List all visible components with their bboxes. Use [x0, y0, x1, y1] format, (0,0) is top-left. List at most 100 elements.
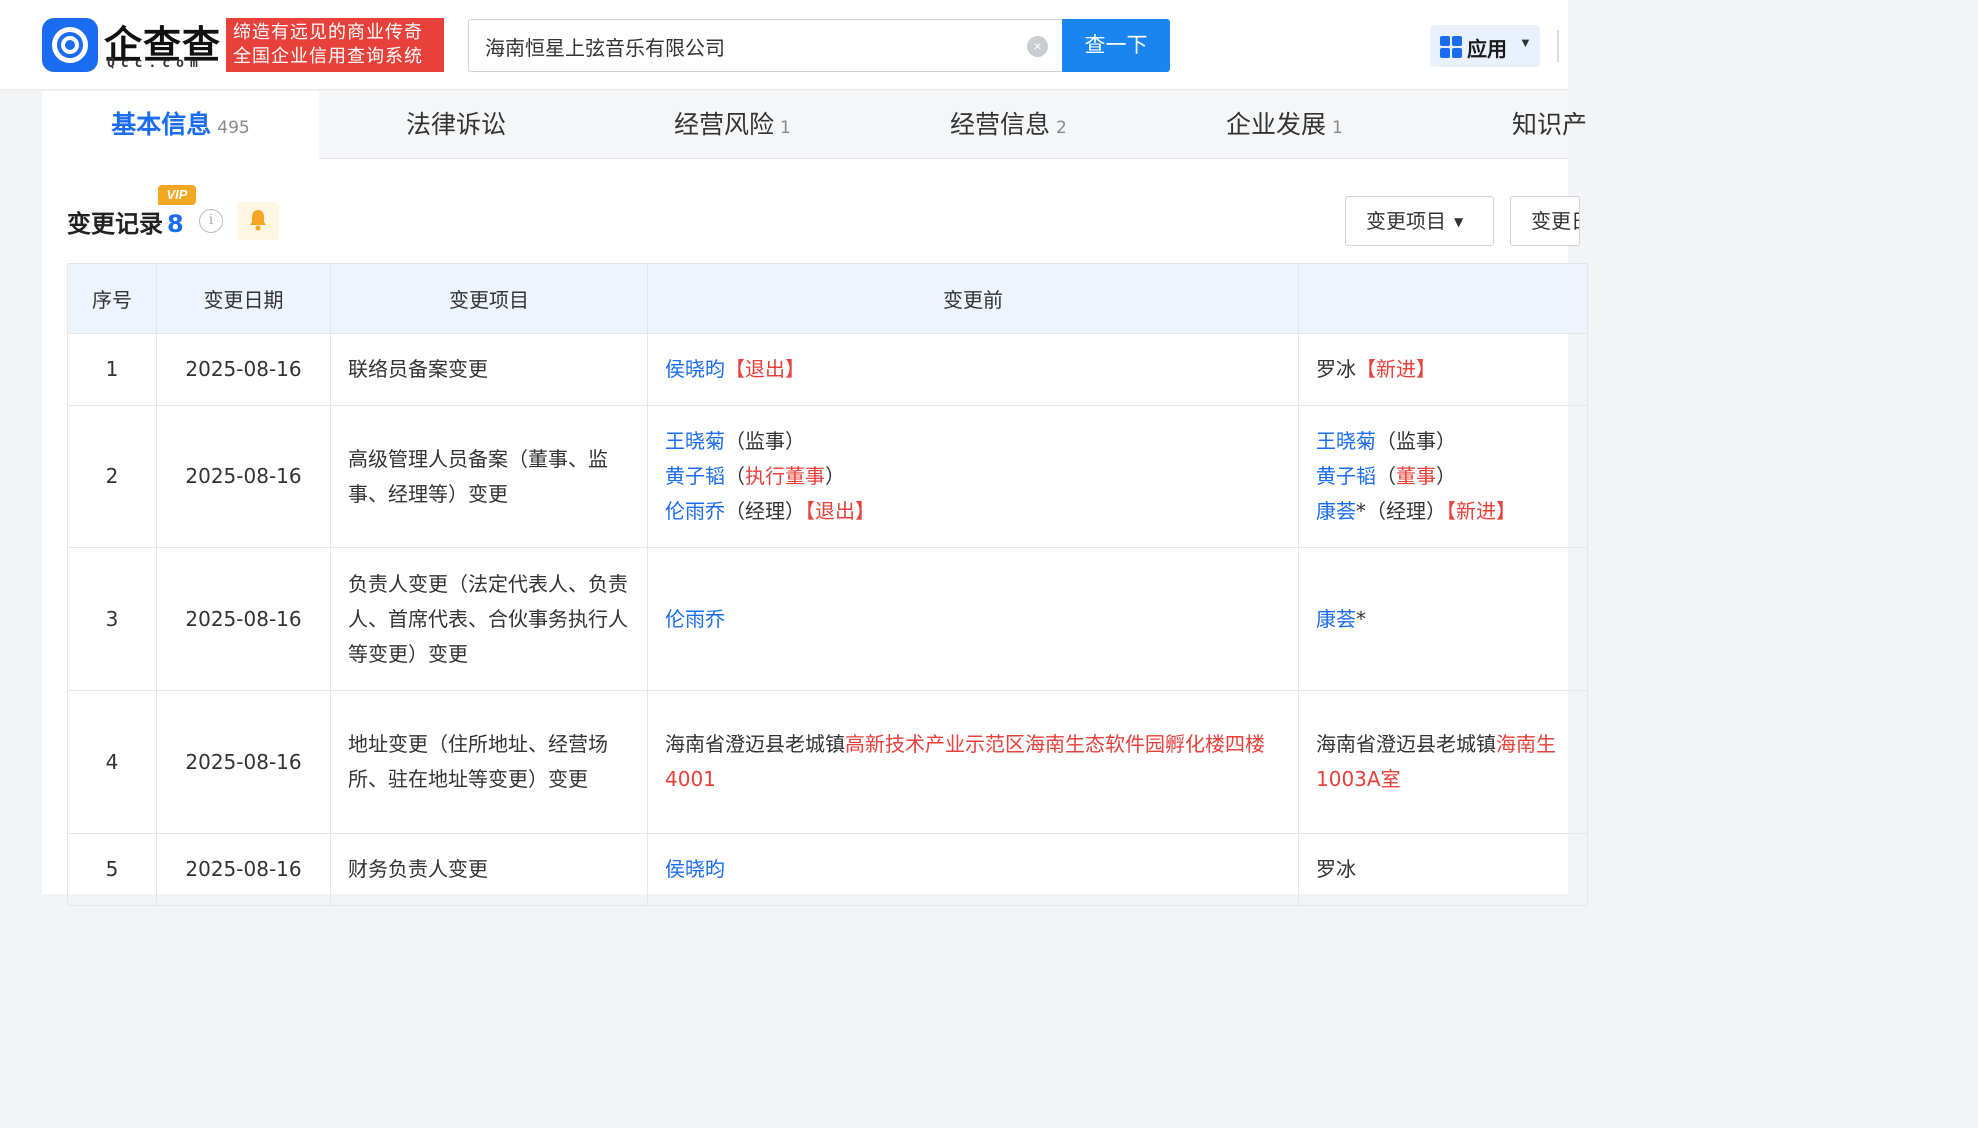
cell-item: 联络员备案变更	[330, 333, 648, 406]
cell-after: 海南省澄迈县老城镇海南生 1003A室	[1298, 690, 1588, 834]
after-line: 康荟*（经理）【新进】	[1316, 494, 1570, 529]
person-link[interactable]: 伦雨乔	[665, 499, 725, 523]
table-row: 5 2025-08-16 财务负责人变更 侯晓昀 罗冰	[67, 833, 1588, 906]
section-count: 8	[167, 210, 184, 238]
tab-legal[interactable]: 法律诉讼	[406, 91, 506, 159]
text-segment: 罗冰	[1316, 857, 1356, 881]
change-tag: 董事	[1396, 464, 1436, 488]
qcc-logo-icon[interactable]	[42, 18, 98, 72]
person-link[interactable]: 康荟	[1316, 607, 1356, 631]
col-header-before: 变更前	[647, 263, 1299, 334]
text-segment: ）	[825, 464, 845, 488]
cell-before: 侯晓昀	[647, 833, 1299, 906]
after-line: 黄子韬（董事）	[1316, 459, 1570, 494]
text-segment: （	[1376, 464, 1396, 488]
person-link[interactable]: 黄子韬	[1316, 464, 1376, 488]
section-title: 变更记录 8	[67, 204, 184, 239]
table-row: 4 2025-08-16 地址变更（住所地址、经营场所、驻在地址等变更）变更 海南省澄…	[67, 690, 1588, 834]
table-row: 3 2025-08-16 负责人变更（法定代表人、负责人、首席代表、合伙事务执行人等…	[67, 547, 1588, 691]
text-segment: *	[1356, 606, 1366, 631]
col-header-item: 变更项目	[330, 263, 648, 334]
before-line: 侯晓昀	[665, 852, 1281, 887]
cell-no: 4	[67, 690, 157, 834]
change-records-table: 序号 变更日期 变更项目 变更前 变更后 1 2025-08-16 联络员备案变更侯…	[67, 263, 1588, 906]
tab-label: 经营风险	[674, 110, 775, 139]
chevron-down-icon: ▼	[1519, 35, 1532, 50]
top-bar: 企查查 Qcc.com 缔造有远见的商业传奇 全国企业信用查询系统 × 查一下 …	[0, 0, 1568, 90]
person-link[interactable]: 黄子韬	[665, 464, 725, 488]
table-row: 1 2025-08-16 联络员备案变更 侯晓昀【退出】 罗冰【新进】	[67, 333, 1588, 406]
text-segment: 罗冰	[1316, 357, 1356, 381]
after-line: 罗冰	[1316, 852, 1570, 887]
person-link[interactable]: 王晓菊	[1316, 429, 1376, 453]
change-tag: 【退出】	[805, 499, 875, 523]
filter-change-date[interactable]: 变更日期	[1510, 196, 1580, 246]
info-icon[interactable]: i	[199, 209, 223, 233]
text-segment: *（经理）	[1356, 499, 1446, 523]
change-tag: 【新进】	[1356, 357, 1436, 381]
person-link[interactable]: 侯晓昀	[665, 857, 725, 881]
table-row: 2 2025-08-16 高级管理人员备案（董事、监事、经理等）变更 王晓菊（监事）黄…	[67, 405, 1588, 548]
change-tag: 海南生	[1496, 732, 1556, 756]
cell-date: 2025-08-16	[156, 690, 331, 834]
tab-risk[interactable]: 经营风险 1	[674, 91, 791, 159]
cell-item: 负责人变更（法定代表人、负责人、首席代表、合伙事务执行人等变更）变更	[330, 547, 648, 691]
before-line: 伦雨乔	[665, 602, 1281, 637]
person-link[interactable]: 侯晓昀	[665, 357, 725, 381]
tab-count: 1	[1332, 118, 1343, 138]
slogan-banner: 缔造有远见的商业传奇 全国企业信用查询系统	[226, 18, 444, 72]
clear-icon[interactable]: ×	[1027, 36, 1048, 57]
cell-after: 罗冰	[1298, 833, 1588, 906]
tab-basic-info[interactable]: 基本信息 495	[42, 91, 319, 160]
cell-date: 2025-08-16	[156, 547, 331, 691]
text-segment: （	[725, 464, 745, 488]
tab-label: 法律诉讼	[406, 110, 507, 139]
search-button[interactable]: 查一下	[1062, 19, 1170, 72]
person-link[interactable]: 伦雨乔	[665, 607, 725, 631]
cell-no: 3	[67, 547, 157, 691]
after-line: 康荟*	[1316, 602, 1570, 637]
slogan-line-2: 全国企业信用查询系统	[233, 46, 423, 67]
cell-date: 2025-08-16	[156, 833, 331, 906]
tab-development[interactable]: 企业发展 1	[1226, 91, 1343, 159]
cell-after: 王晓菊（监事） 黄子韬（董事） 康荟*（经理）【新进】	[1298, 405, 1588, 548]
tab-label: 企业发展	[1226, 110, 1327, 139]
filter-label: 变更日期	[1531, 209, 1579, 233]
cell-no: 1	[67, 333, 157, 406]
vip-badge: VIP	[158, 185, 196, 205]
person-link[interactable]: 康荟	[1316, 499, 1356, 523]
before-line: 侯晓昀【退出】	[665, 352, 1281, 387]
cell-no: 5	[67, 833, 157, 906]
grid-icon	[1440, 36, 1462, 58]
divider	[1557, 30, 1559, 62]
tab-ip[interactable]: 知识产	[1512, 91, 1587, 159]
cell-before: 侯晓昀【退出】	[647, 333, 1299, 406]
text-segment: 海南省澄迈县老城镇	[665, 732, 845, 756]
search-input[interactable]	[485, 30, 1005, 62]
before-line: 海南省澄迈县老城镇高新技术产业示范区海南生态软件园孵化楼四楼4001	[665, 727, 1281, 797]
cell-date: 2025-08-16	[156, 405, 331, 548]
bell-icon	[250, 210, 266, 231]
cell-before: 伦雨乔	[647, 547, 1299, 691]
after-line: 王晓菊（监事）	[1316, 424, 1570, 459]
cell-before: 王晓菊（监事） 黄子韬（执行董事） 伦雨乔（经理）【退出】	[647, 405, 1299, 548]
subscribe-button[interactable]	[237, 202, 279, 240]
person-link[interactable]: 王晓菊	[665, 429, 725, 453]
tab-count: 1	[780, 118, 791, 138]
tab-label: 基本信息	[111, 110, 212, 139]
change-tag: 1003A室	[1316, 767, 1401, 791]
company-tabs: 基本信息 495 法律诉讼 经营风险 1 经营信息 2 企业发展 1 知识产	[42, 91, 1587, 160]
col-header-after: 变更后	[1298, 263, 1588, 334]
tab-label: 知识产	[1512, 110, 1588, 139]
apps-menu-button[interactable]: 应用 ▼	[1430, 25, 1540, 67]
change-tag: 【退出】	[725, 357, 805, 381]
chevron-down-icon: ▼	[1454, 215, 1464, 229]
change-tag: 【新进】	[1446, 499, 1516, 523]
col-header-no: 序号	[67, 263, 157, 334]
filter-change-item[interactable]: 变更项目 ▼	[1345, 196, 1494, 246]
after-line: 海南省澄迈县老城镇海南生	[1316, 727, 1570, 762]
cell-date: 2025-08-16	[156, 333, 331, 406]
text-segment: （经理）	[725, 499, 805, 523]
tab-operation[interactable]: 经营信息 2	[950, 91, 1067, 159]
after-line: 1003A室	[1316, 762, 1570, 797]
